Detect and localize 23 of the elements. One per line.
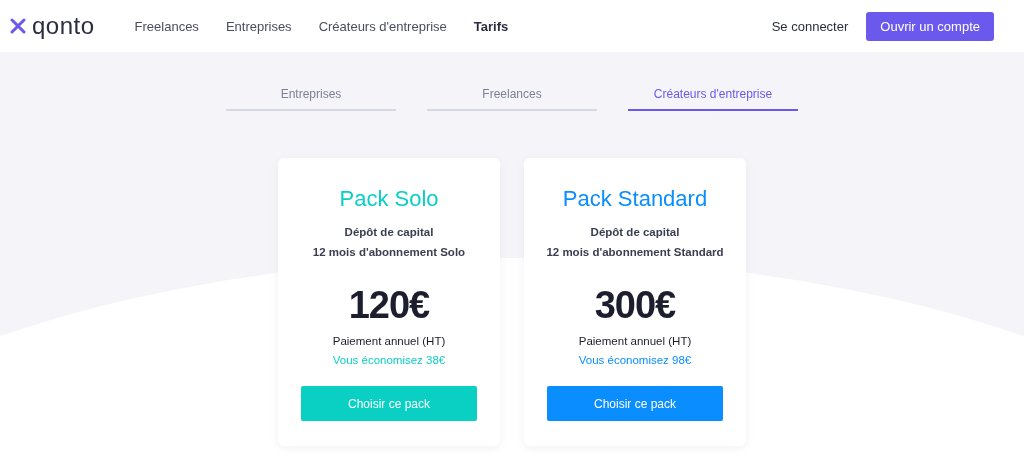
nav-link[interactable]: Créateurs d'entreprise	[318, 18, 447, 34]
login-link[interactable]: Se connecter	[771, 18, 849, 34]
tab[interactable]: Entreprises	[226, 87, 396, 111]
saving-text: Vous économisez 98€	[578, 354, 692, 366]
nav-link[interactable]: Tarifs	[473, 18, 509, 34]
feature-text: Dépôt de capital	[590, 225, 680, 240]
price: 120€	[348, 284, 430, 327]
pack-title: Pack Solo	[339, 186, 439, 212]
logo-text[interactable]: qonto	[32, 12, 95, 40]
tab[interactable]: Créateurs d'entreprise	[628, 87, 798, 111]
pack-title: Pack Standard	[562, 186, 708, 212]
payment-period: Paiement annuel (HT)	[332, 335, 446, 347]
saving-text: Vous économisez 38€	[332, 354, 446, 366]
nav-link[interactable]: Freelances	[134, 18, 199, 34]
tab[interactable]: Freelances	[427, 87, 597, 111]
open-account-button[interactable]: Ouvrir un compte	[866, 11, 994, 41]
payment-period: Paiement annuel (HT)	[578, 335, 692, 347]
feature-text: Dépôt de capital	[344, 225, 434, 240]
price: 300€	[594, 284, 676, 327]
logo-icon	[10, 18, 26, 34]
feature-text: 12 mois d'abonnement Solo	[312, 245, 466, 260]
feature-text: 12 mois d'abonnement Standard	[546, 245, 724, 260]
nav-link[interactable]: Entreprises	[225, 18, 292, 34]
